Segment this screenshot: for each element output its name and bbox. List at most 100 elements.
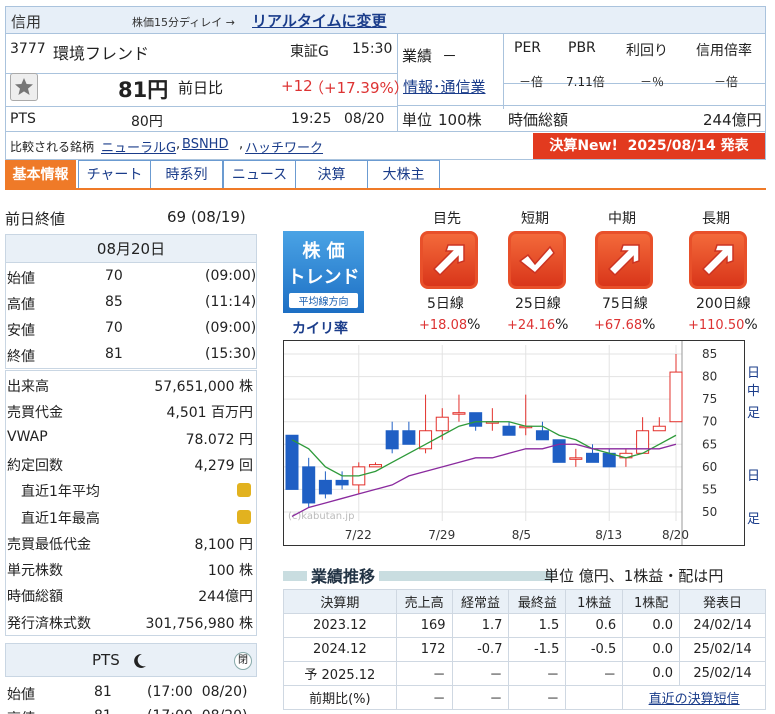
- trend-kairi-pct: +18.08%: [419, 317, 480, 333]
- premium-lock-icon[interactable]: [237, 509, 251, 524]
- current-price: 81円: [118, 78, 169, 102]
- compare-link-2[interactable]: BSNHD: [182, 137, 228, 152]
- trend-kairi-value: +18.08: [419, 318, 468, 333]
- realtime-link[interactable]: リアルタイムに変更: [252, 10, 387, 31]
- candle-body: [368, 464, 382, 468]
- stats-value: 4,501 百万円: [166, 405, 253, 422]
- stats-value: 8,100 円: [194, 536, 253, 553]
- ohlc-time: (09:00): [205, 268, 257, 284]
- candle-body: [602, 452, 616, 468]
- tab-timeseries[interactable]: 時系列: [150, 160, 223, 189]
- trend-icon-box[interactable]: [689, 231, 747, 289]
- candle-body: [318, 479, 332, 495]
- trend-logo-line3: 平均線方向: [289, 293, 358, 308]
- pts-row-time: (17:00 08/20): [147, 708, 248, 714]
- candle-body: [452, 412, 466, 415]
- compare-link-3[interactable]: ハッチワーク: [245, 137, 323, 156]
- chart-period-label[interactable]: 日: [747, 362, 760, 381]
- performance-row: 予 2025.12 －－－－ 0.0 25/02/14: [283, 661, 766, 686]
- stats-label: 売買最低代金: [7, 536, 91, 553]
- trend-line-label: 200日線: [696, 296, 751, 312]
- favorite-button[interactable]: [10, 73, 38, 101]
- trend-icon-box[interactable]: [595, 231, 653, 289]
- trend-icon-box[interactable]: [508, 231, 566, 289]
- recent-report-link[interactable]: 直近の決算短信: [649, 692, 740, 707]
- performance-cell: －: [395, 685, 453, 710]
- performance-table: 決算期 売上高 経常益 最終益 1株益 1株配 発表日 2023.12 169 1.7 1.5 0.6…: [283, 589, 766, 710]
- ohlc-value: 70: [105, 268, 123, 284]
- price-chart[interactable]: 50 55 60 65 70 75 80 85 7/22 7/29 8/5 8/13 8/20 (c)ka…: [283, 340, 745, 546]
- ohlc-label: 高値: [7, 297, 35, 313]
- ohlc-row: 高値 85 (11:14): [5, 290, 257, 316]
- premium-lock-icon[interactable]: [237, 483, 251, 498]
- performance-cell: 1.5: [508, 613, 567, 638]
- ohlc-row: 終値 81 (15:30): [5, 342, 257, 368]
- tab-basic-info[interactable]: 基本情報: [5, 160, 76, 189]
- performance-cell: -0.7: [451, 637, 510, 662]
- pts-date: 08/20: [344, 111, 385, 127]
- market-label: 東証G: [290, 44, 329, 60]
- kairi-label: カイリ率: [292, 321, 348, 337]
- chart-period-label[interactable]: 足: [747, 508, 760, 527]
- candle-body: [335, 479, 349, 486]
- gyoseki-value: －: [442, 47, 458, 65]
- industry-link[interactable]: 情報･通信業: [403, 76, 486, 97]
- candle-body: [402, 430, 416, 445]
- performance-cell: 前期比(%): [283, 685, 397, 710]
- performance-cell: －: [451, 661, 510, 686]
- tab-major-holders[interactable]: 大株主: [367, 160, 440, 189]
- performance-cell: 1.7: [451, 613, 510, 638]
- pts-label: PTS: [10, 111, 36, 127]
- candle-body: [435, 416, 449, 432]
- chart-period-label[interactable]: 日: [747, 465, 760, 484]
- tab-chart[interactable]: チャート: [78, 160, 151, 189]
- candle-body: [535, 430, 549, 441]
- chart-period-label[interactable]: 足: [747, 402, 760, 421]
- quote-time: 15:30: [352, 41, 393, 57]
- arrow-up-right-icon: [432, 244, 465, 277]
- performance-cell: －: [395, 661, 453, 686]
- ohlc-row: 始値 70 (09:00): [5, 264, 257, 290]
- ohlc-value: 85: [105, 294, 123, 310]
- stats-label: 直近1年最高: [7, 510, 100, 527]
- trend-icon-box[interactable]: [420, 231, 478, 289]
- chart-period-label[interactable]: 中: [747, 380, 760, 399]
- earnings-badge[interactable]: 決算New! 2025/08/14 発表: [533, 133, 765, 159]
- candle-body: [469, 412, 483, 427]
- recent-report-cell: 直近の決算短信: [622, 685, 766, 710]
- trend-kairi-unit: %: [467, 317, 481, 333]
- per-value: －倍: [519, 75, 544, 89]
- performance-title: 業績推移: [307, 563, 380, 587]
- y-tick-label: 60: [702, 460, 717, 474]
- stats-label: 発行済株式数: [7, 615, 91, 632]
- performance-cell: 2024.12: [283, 637, 397, 662]
- candle-body: [285, 434, 299, 490]
- ohlc-label: 安値: [7, 323, 35, 339]
- performance-cell: 169: [395, 613, 453, 638]
- pts-close-button[interactable]: 閉: [234, 652, 252, 670]
- performance-cell: 25/02/14: [679, 661, 766, 686]
- ohlc-time: (11:14): [205, 294, 257, 310]
- tab-earnings[interactable]: 決算: [295, 160, 368, 189]
- arrow-up-right-icon: [607, 244, 640, 277]
- trend-term-label: 目先: [433, 211, 461, 227]
- performance-cell: 172: [395, 637, 453, 662]
- pbr-label: PBR: [568, 40, 596, 56]
- y-tick-label: 50: [702, 505, 717, 519]
- compare-link-1[interactable]: ニューラルG: [101, 137, 176, 156]
- per-label: PER: [514, 40, 542, 56]
- stock-name: 環境フレンド: [53, 44, 150, 63]
- trend-logo-line1: 株 価: [302, 241, 345, 262]
- stock-code: 3777: [10, 41, 46, 57]
- stats-label: 単元株数: [7, 563, 63, 580]
- pts-row-label: 高値: [7, 708, 35, 714]
- tab-news[interactable]: ニュース: [223, 160, 296, 189]
- stats-row: 売買代金 4,501 百万円: [5, 398, 257, 424]
- ohlc-label: 終値: [7, 349, 35, 365]
- y-tick-label: 85: [702, 347, 717, 361]
- performance-cell: 25/02/14: [679, 637, 766, 662]
- stats-value: 4,279 回: [194, 457, 253, 474]
- stats-row: 直近1年最高: [5, 504, 257, 530]
- trend-kairi-unit: %: [555, 317, 569, 333]
- candle-body: [385, 430, 399, 450]
